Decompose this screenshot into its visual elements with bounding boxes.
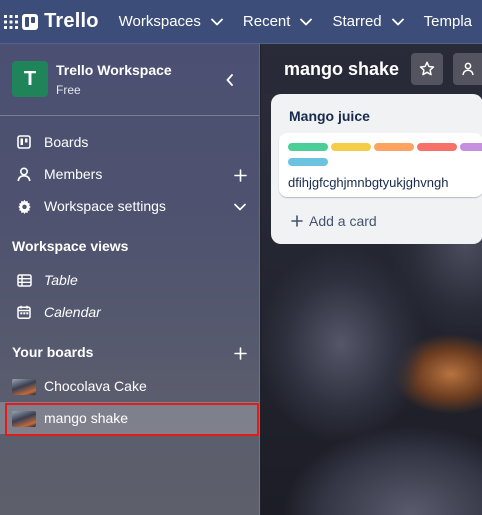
chevron-left-icon [226, 74, 233, 86]
collapse-sidebar-button[interactable] [218, 68, 242, 92]
sidebar-item-label: Workspace settings [44, 198, 166, 214]
add-card-button[interactable]: Add a card [291, 213, 377, 229]
board-visibility-button[interactable] [453, 53, 482, 85]
card[interactable]: dfihjgfcghjmnbgtyukjghvngh [279, 133, 482, 197]
your-boards-heading: Your boards [12, 344, 94, 360]
star-board-button[interactable] [411, 53, 443, 85]
board-icon [16, 134, 32, 150]
starred-menu[interactable]: Starred [322, 0, 413, 44]
board-thumbnail [12, 379, 36, 395]
sidebar-item-workspace-settings[interactable]: Workspace settings [0, 190, 259, 222]
workspace-views-heading: Workspace views [12, 238, 129, 254]
person-icon [16, 166, 32, 182]
sidebar-item-label: Members [44, 166, 103, 182]
grid-icon [4, 14, 19, 29]
plus-icon [233, 346, 247, 360]
table-icon [16, 272, 32, 288]
sidebar-item-table[interactable]: Table [0, 264, 259, 296]
calendar-icon [16, 304, 32, 320]
board-canvas: mango shake Mango juice dfihjgfcghjmnbgt… [261, 44, 482, 515]
card-label-red[interactable] [417, 143, 457, 151]
list-title[interactable]: Mango juice [289, 108, 370, 124]
templates-menu[interactable]: Templa [414, 0, 482, 44]
sidebar-board-mango-shake[interactable]: mango shake [0, 402, 259, 434]
workspace-plan: Free [56, 83, 81, 97]
recent-menu[interactable]: Recent [233, 0, 323, 44]
trello-logo-link[interactable]: Trello [22, 0, 109, 44]
board-thumbnail [12, 411, 36, 427]
plus-icon [291, 215, 303, 227]
card-label-green[interactable] [288, 143, 328, 151]
add-card-label: Add a card [309, 213, 377, 229]
create-board-button[interactable] [231, 344, 249, 362]
workspaces-menu-label: Workspaces [118, 13, 201, 30]
board-title[interactable]: mango shake [284, 59, 399, 80]
card-label-yellow[interactable] [331, 143, 371, 151]
sidebar-item-members[interactable]: Members [0, 158, 259, 190]
sidebar-item-label: Calendar [44, 304, 101, 320]
workspace-header: T Trello Workspace Free [0, 44, 259, 116]
top-navigation-bar: Trello Workspaces Recent Starred Templa [0, 0, 482, 44]
chevron-down-icon [300, 18, 313, 25]
people-icon [462, 62, 474, 76]
sidebar-item-boards[interactable]: Boards [0, 126, 259, 158]
sidebar-item-calendar[interactable]: Calendar [0, 296, 259, 328]
sidebar-board-label: Chocolava Cake [44, 378, 147, 394]
expand-settings-button[interactable] [231, 198, 249, 216]
chevron-down-icon [234, 203, 246, 211]
workspace-avatar[interactable]: T [12, 61, 48, 97]
star-icon [419, 61, 435, 76]
sidebar-item-label: Table [44, 272, 78, 288]
chevron-down-icon [211, 18, 223, 25]
sidebar-board-label: mango shake [44, 410, 129, 426]
recent-menu-label: Recent [242, 13, 291, 30]
card-title: dfihjgfcghjmnbgtyukjghvngh [288, 175, 449, 190]
gear-icon [16, 198, 32, 214]
workspaces-menu[interactable]: Workspaces [109, 0, 233, 44]
starred-menu-label: Starred [332, 13, 382, 30]
workspace-name[interactable]: Trello Workspace [56, 62, 172, 78]
chevron-down-icon [391, 18, 404, 25]
list-mango-juice[interactable]: Mango juice dfihjgfcghjmnbgtyukjghvngh A… [271, 94, 482, 244]
sidebar-board-chocolava-cake[interactable]: Chocolava Cake [0, 370, 259, 402]
brand-wordmark: Trello [44, 10, 99, 32]
add-member-button[interactable] [231, 166, 249, 184]
app-switcher-button[interactable] [0, 0, 22, 44]
card-label-purple[interactable] [460, 143, 482, 151]
board-header: mango shake [261, 44, 482, 94]
card-label-orange[interactable] [374, 143, 414, 151]
plus-icon [233, 168, 247, 182]
trello-logo-icon [22, 13, 39, 30]
card-label-blue[interactable] [288, 158, 328, 166]
workspace-sidebar: T Trello Workspace Free Boards Members W… [0, 44, 260, 515]
sidebar-item-label: Boards [44, 134, 89, 150]
templates-menu-label: Templa [423, 13, 472, 30]
